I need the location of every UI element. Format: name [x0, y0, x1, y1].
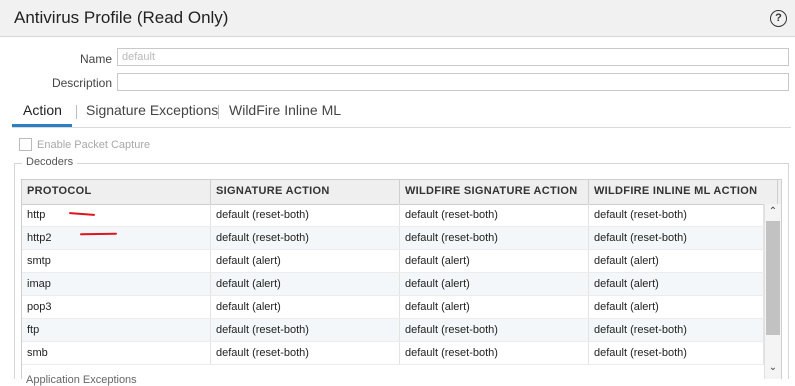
decoders-legend: Decoders [22, 156, 78, 168]
protocol-cell: http2 [22, 227, 211, 249]
signature-action-cell[interactable]: default (reset-both) [211, 204, 400, 226]
protocol-cell: ftp [22, 319, 211, 341]
wildfire-inline-ml-action-cell[interactable]: default (reset-both) [589, 342, 764, 364]
scroll-up-icon[interactable]: ⌃ [765, 204, 781, 220]
wildfire-inline-ml-action-cell[interactable]: default (alert) [589, 296, 764, 318]
enable-packet-capture-label: Enable Packet Capture [37, 139, 151, 151]
signature-action-cell[interactable]: default (reset-both) [211, 227, 400, 249]
protocol-cell: smb [22, 342, 211, 364]
tab-separator [218, 105, 219, 119]
name-label: Name [79, 52, 112, 66]
wildfire-inline-ml-action-cell[interactable]: default (reset-both) [589, 227, 764, 249]
tab-wildfire-inline-ml[interactable]: WildFire Inline ML [229, 102, 341, 118]
decoders-table: PROTOCOL SIGNATURE ACTION WILDFIRE SIGNA… [21, 179, 782, 379]
tab-bar: Action Signature Exceptions WildFire Inl… [12, 100, 791, 128]
name-field[interactable]: default [117, 48, 789, 66]
dialog-title: Antivirus Profile (Read Only) [14, 8, 229, 27]
wildfire-signature-action-cell[interactable]: default (alert) [400, 296, 589, 318]
wildfire-inline-ml-action-cell[interactable]: default (reset-both) [589, 319, 764, 341]
table-scrollbar[interactable]: ⌃ ⌄ [764, 204, 781, 379]
tab-signature-exceptions[interactable]: Signature Exceptions [86, 102, 218, 118]
signature-action-cell[interactable]: default (alert) [211, 296, 400, 318]
table-row[interactable]: pop3 default (alert) default (alert) def… [22, 296, 764, 319]
protocol-cell: http [22, 204, 211, 226]
protocol-cell: imap [22, 273, 211, 295]
wildfire-signature-action-cell[interactable]: default (reset-both) [400, 227, 589, 249]
column-header-protocol[interactable]: PROTOCOL [22, 180, 211, 204]
table-row[interactable]: http2 default (reset-both) default (rese… [22, 227, 764, 250]
description-field[interactable] [117, 73, 789, 91]
table-row[interactable]: imap default (alert) default (alert) def… [22, 273, 764, 296]
protocol-cell: pop3 [22, 296, 211, 318]
wildfire-inline-ml-action-cell[interactable]: default (alert) [589, 250, 764, 272]
wildfire-signature-action-cell[interactable]: default (alert) [400, 250, 589, 272]
signature-action-cell[interactable]: default (reset-both) [211, 342, 400, 364]
help-icon[interactable]: ? [770, 10, 787, 27]
enable-packet-capture-checkbox[interactable] [19, 138, 32, 151]
signature-action-cell[interactable]: default (reset-both) [211, 319, 400, 341]
dialog-titlebar: Antivirus Profile (Read Only) ? [0, 0, 795, 37]
table-row[interactable]: http default (reset-both) default (reset… [22, 204, 764, 227]
column-header-wildfire-signature-action[interactable]: WILDFIRE SIGNATURE ACTION [400, 180, 589, 204]
wildfire-inline-ml-action-cell[interactable]: default (alert) [589, 273, 764, 295]
wildfire-inline-ml-action-cell[interactable]: default (reset-both) [589, 204, 764, 226]
table-header: PROTOCOL SIGNATURE ACTION WILDFIRE SIGNA… [22, 180, 781, 205]
scroll-down-icon[interactable]: ⌄ [765, 360, 781, 376]
wildfire-signature-action-cell[interactable]: default (reset-both) [400, 319, 589, 341]
table-row[interactable]: ftp default (reset-both) default (reset-… [22, 319, 764, 342]
signature-action-cell[interactable]: default (alert) [211, 250, 400, 272]
tab-action[interactable]: Action [23, 102, 62, 118]
wildfire-signature-action-cell[interactable]: default (alert) [400, 273, 589, 295]
signature-action-cell[interactable]: default (alert) [211, 273, 400, 295]
active-tab-indicator [12, 124, 72, 127]
protocol-cell: smtp [22, 250, 211, 272]
tab-separator [76, 105, 77, 119]
column-header-signature-action[interactable]: SIGNATURE ACTION [211, 180, 400, 204]
column-header-wildfire-inline-ml-action[interactable]: WILDFIRE INLINE ML ACTION [589, 180, 778, 204]
description-label: Description [51, 76, 112, 90]
table-row[interactable]: smb default (reset-both) default (reset-… [22, 342, 764, 365]
application-exceptions-label: Application Exceptions [26, 374, 137, 386]
wildfire-signature-action-cell[interactable]: default (reset-both) [400, 204, 589, 226]
scrollbar-thumb[interactable] [766, 221, 780, 335]
wildfire-signature-action-cell[interactable]: default (reset-both) [400, 342, 589, 364]
table-row[interactable]: smtp default (alert) default (alert) def… [22, 250, 764, 273]
